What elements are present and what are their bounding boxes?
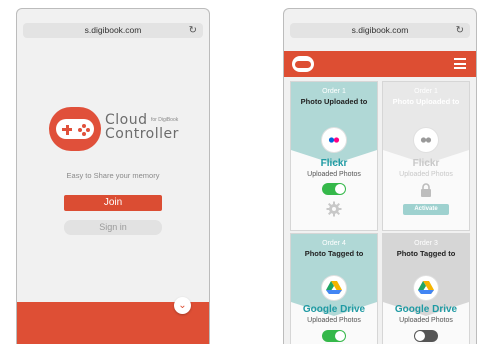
order-label: Order 4 [322,240,346,247]
address-bar[interactable]: s.digibook.com ↻ [23,23,203,38]
trigger-label: Photo Tagged to [396,249,456,258]
url-text: s.digibook.com [84,25,142,35]
google-drive-icon [322,276,346,300]
service-subtitle: Uploaded Photos [307,171,361,178]
reload-icon[interactable]: ↻ [189,23,197,38]
gear-icon[interactable] [326,201,342,217]
url-text: s.digibook.com [351,25,409,35]
cloud-controller-logo-icon [49,107,101,151]
service-subtitle: Uploaded Photos [399,317,453,324]
login-screen: s.digibook.com ↻ Cloud Controller for Di… [16,8,210,344]
recipe-card-google-drive-enabled[interactable]: Order 4 Photo Tagged to Google Drive Upl… [290,233,378,344]
sign-in-button[interactable]: Sign in [64,220,162,235]
order-label: Order 1 [414,88,438,95]
recipe-card-flickr-locked[interactable]: Order 1 Photo Uploaded to Flickr Uploade… [382,81,470,231]
service-name: Google Drive [394,304,458,315]
dashboard-screen: s.digibook.com ↻ Order 1 Photo Uploaded … [283,8,477,344]
trigger-label: Photo Tagged to [304,249,364,258]
recipe-card-flickr-enabled[interactable]: Order 1 Photo Uploaded to Flickr Uploade… [290,81,378,231]
order-label: Order 3 [414,240,438,247]
cloud-controller-logo-icon[interactable] [292,56,314,72]
order-label: Order 1 [322,88,346,95]
flickr-icon [322,128,346,152]
app-header [284,51,476,77]
enable-toggle[interactable] [322,183,346,195]
service-subtitle: Uploaded Photos [399,171,453,178]
google-drive-icon [414,276,438,300]
enable-toggle[interactable] [322,330,346,342]
join-button[interactable]: Join [64,195,162,211]
tagline: Easy to Share your memory [66,171,160,180]
service-name: Flickr [412,158,440,169]
activate-button[interactable]: Activate [403,204,449,215]
reload-icon[interactable]: ↻ [456,23,464,38]
brand-subtitle: for DigiBook [151,117,179,123]
hamburger-menu-icon[interactable] [454,58,466,69]
enable-toggle[interactable] [414,330,438,342]
trigger-label: Photo Uploaded to [300,97,368,106]
service-subtitle: Uploaded Photos [307,317,361,324]
app-logo: Cloud Controller for DigiBook [49,107,189,155]
address-bar[interactable]: s.digibook.com ↻ [290,23,470,38]
trigger-label: Photo Uploaded to [392,97,460,106]
service-name: Flickr [320,158,348,169]
recipe-card-google-drive-disabled[interactable]: Order 3 Photo Tagged to Google Drive Upl… [382,233,470,344]
chevron-down-icon[interactable]: ⌄ [174,297,191,314]
lock-icon [420,183,432,197]
service-name: Google Drive [302,304,366,315]
flickr-icon [414,128,438,152]
